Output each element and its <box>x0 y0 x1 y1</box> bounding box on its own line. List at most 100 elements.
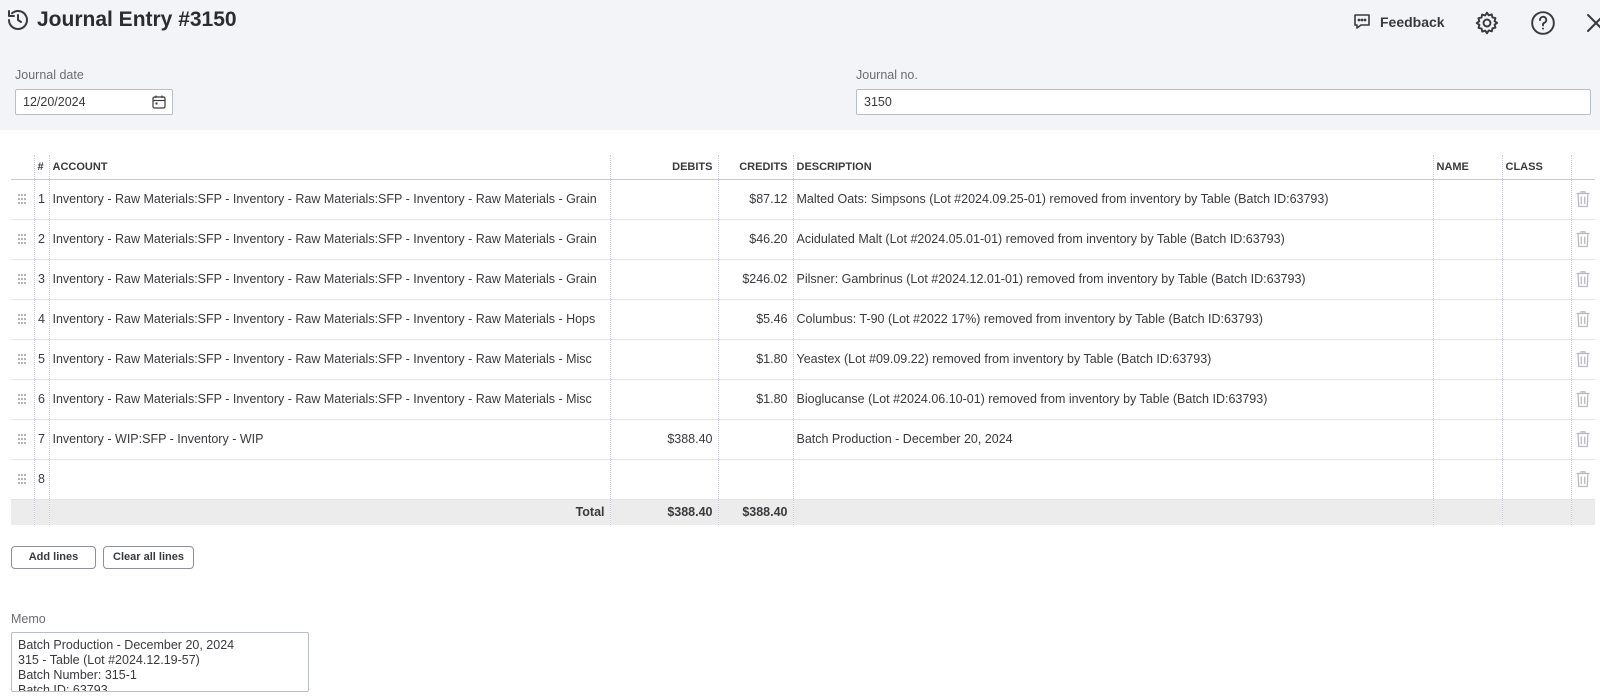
table-row[interactable]: 7 Inventory - WIP:SFP - Inventory - WIP $3… <box>11 419 1595 460</box>
history-icon[interactable] <box>6 8 30 32</box>
trash-icon[interactable] <box>1575 470 1591 488</box>
drag-cell[interactable] <box>11 339 34 380</box>
description-cell[interactable]: Acidulated Malt (Lot #2024.05.01-01) rem… <box>792 219 1433 260</box>
drag-cell[interactable] <box>11 459 34 500</box>
credits-cell[interactable]: $5.46 <box>717 299 793 340</box>
trash-icon[interactable] <box>1575 310 1591 328</box>
credits-cell[interactable]: $1.80 <box>717 379 793 420</box>
memo-field[interactable]: Batch Production - December 20, 2024 315… <box>11 632 309 692</box>
debits-cell[interactable] <box>609 219 718 260</box>
credits-cell[interactable]: $87.12 <box>717 179 793 220</box>
drag-cell[interactable] <box>11 379 34 420</box>
delete-cell[interactable] <box>1570 179 1595 220</box>
debits-cell[interactable] <box>609 379 718 420</box>
delete-cell[interactable] <box>1570 459 1595 500</box>
class-cell[interactable] <box>1501 459 1571 500</box>
description-cell[interactable]: Bioglucanse (Lot #2024.06.10-01) removed… <box>792 379 1433 420</box>
delete-cell[interactable] <box>1570 219 1595 260</box>
help-icon[interactable] <box>1530 10 1556 36</box>
calendar-icon[interactable] <box>152 95 166 109</box>
class-cell[interactable] <box>1501 379 1571 420</box>
journal-no-field[interactable]: 3150 <box>856 89 1591 115</box>
drag-cell[interactable] <box>11 259 34 300</box>
credits-cell[interactable] <box>717 459 793 500</box>
debits-cell[interactable] <box>609 339 718 380</box>
trash-icon[interactable] <box>1575 190 1591 208</box>
account-cell[interactable] <box>48 459 610 500</box>
credits-cell[interactable] <box>717 419 793 460</box>
name-cell[interactable] <box>1432 219 1502 260</box>
account-cell[interactable]: Inventory - Raw Materials:SFP - Inventor… <box>48 379 610 420</box>
trash-icon[interactable] <box>1575 350 1591 368</box>
name-cell[interactable] <box>1432 459 1502 500</box>
drag-cell[interactable] <box>11 179 34 220</box>
debits-cell[interactable]: $388.40 <box>609 419 718 460</box>
drag-handle-icon[interactable] <box>17 233 27 245</box>
name-cell[interactable] <box>1432 339 1502 380</box>
class-cell[interactable] <box>1501 179 1571 220</box>
description-cell[interactable]: Batch Production - December 20, 2024 <box>792 419 1433 460</box>
name-cell[interactable] <box>1432 179 1502 220</box>
description-cell[interactable]: Pilsner: Gambrinus (Lot #2024.12.01-01) … <box>792 259 1433 300</box>
account-cell[interactable]: Inventory - Raw Materials:SFP - Inventor… <box>48 219 610 260</box>
drag-handle-icon[interactable] <box>17 313 27 325</box>
trash-icon[interactable] <box>1575 270 1591 288</box>
debits-cell[interactable] <box>609 259 718 300</box>
account-cell[interactable]: Inventory - WIP:SFP - Inventory - WIP <box>48 419 610 460</box>
class-cell[interactable] <box>1501 219 1571 260</box>
description-cell[interactable]: Columbus: T-90 (Lot #2022 17%) removed f… <box>792 299 1433 340</box>
drag-cell[interactable] <box>11 299 34 340</box>
trash-icon[interactable] <box>1575 430 1591 448</box>
trash-icon[interactable] <box>1575 230 1591 248</box>
account-cell[interactable]: Inventory - Raw Materials:SFP - Inventor… <box>48 179 610 220</box>
clear-all-lines-button[interactable]: Clear all lines <box>103 546 194 569</box>
table-row[interactable]: 4 Inventory - Raw Materials:SFP - Invento… <box>11 299 1595 340</box>
drag-cell[interactable] <box>11 219 34 260</box>
class-cell[interactable] <box>1501 299 1571 340</box>
debits-cell[interactable] <box>609 459 718 500</box>
delete-cell[interactable] <box>1570 379 1595 420</box>
account-cell[interactable]: Inventory - Raw Materials:SFP - Inventor… <box>48 299 610 340</box>
drag-handle-icon[interactable] <box>17 433 27 445</box>
drag-handle-icon[interactable] <box>17 273 27 285</box>
class-cell[interactable] <box>1501 419 1571 460</box>
delete-cell[interactable] <box>1570 259 1595 300</box>
credits-cell[interactable]: $1.80 <box>717 339 793 380</box>
drag-handle-icon[interactable] <box>17 353 27 365</box>
table-row[interactable]: 2 Inventory - Raw Materials:SFP - Invento… <box>11 219 1595 260</box>
delete-cell[interactable] <box>1570 419 1595 460</box>
class-cell[interactable] <box>1501 339 1571 380</box>
description-cell[interactable] <box>792 459 1433 500</box>
table-row[interactable]: 3 Inventory - Raw Materials:SFP - Invento… <box>11 259 1595 300</box>
delete-cell[interactable] <box>1570 339 1595 380</box>
debits-cell[interactable] <box>609 179 718 220</box>
class-cell[interactable] <box>1501 259 1571 300</box>
col-header-description: DESCRIPTION <box>792 155 1433 180</box>
table-row[interactable]: 6 Inventory - Raw Materials:SFP - Invento… <box>11 379 1595 420</box>
debits-cell[interactable] <box>609 299 718 340</box>
account-cell[interactable]: Inventory - Raw Materials:SFP - Inventor… <box>48 259 610 300</box>
name-cell[interactable] <box>1432 379 1502 420</box>
close-icon[interactable] <box>1585 12 1600 34</box>
feedback-button[interactable]: Feedback <box>1352 12 1445 32</box>
credits-cell[interactable]: $246.02 <box>717 259 793 300</box>
description-cell[interactable]: Yeastex (Lot #09.09.22) removed from inv… <box>792 339 1433 380</box>
credits-cell[interactable]: $46.20 <box>717 219 793 260</box>
journal-date-field[interactable]: 12/20/2024 <box>15 89 173 115</box>
trash-icon[interactable] <box>1575 390 1591 408</box>
delete-cell[interactable] <box>1570 299 1595 340</box>
name-cell[interactable] <box>1432 259 1502 300</box>
drag-handle-icon[interactable] <box>17 473 27 485</box>
add-lines-button[interactable]: Add lines <box>11 546 96 569</box>
drag-handle-icon[interactable] <box>17 393 27 405</box>
table-row[interactable]: 5 Inventory - Raw Materials:SFP - Invento… <box>11 339 1595 380</box>
drag-cell[interactable] <box>11 419 34 460</box>
account-cell[interactable]: Inventory - Raw Materials:SFP - Inventor… <box>48 339 610 380</box>
table-row[interactable]: 8 <box>11 459 1595 500</box>
table-row[interactable]: 1 Inventory - Raw Materials:SFP - Invento… <box>11 179 1595 220</box>
drag-handle-icon[interactable] <box>17 193 27 205</box>
name-cell[interactable] <box>1432 419 1502 460</box>
name-cell[interactable] <box>1432 299 1502 340</box>
description-cell[interactable]: Malted Oats: Simpsons (Lot #2024.09.25-0… <box>792 179 1433 220</box>
gear-icon[interactable] <box>1474 10 1500 36</box>
